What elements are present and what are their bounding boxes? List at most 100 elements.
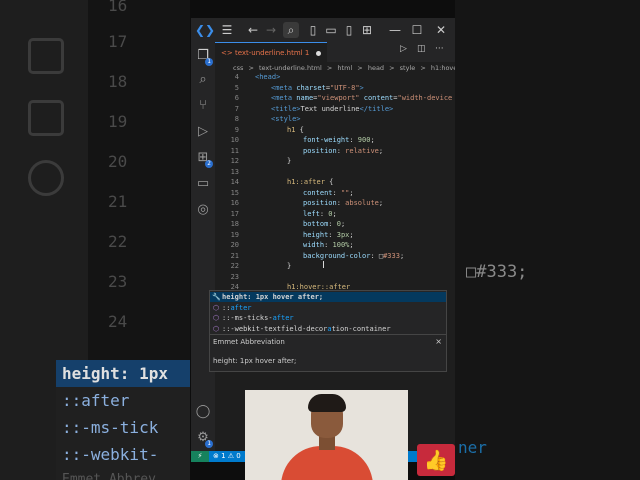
code-text[interactable]: <meta name="viewport" content="width-dev… [271, 93, 452, 103]
code-line[interactable]: 4 <head> [215, 72, 455, 82]
code-line[interactable]: 13 [215, 167, 455, 177]
code-line[interactable]: 16 position: absolute; [215, 198, 455, 208]
wrench-icon: 🔧 [212, 293, 221, 301]
code-text[interactable]: } [287, 156, 291, 166]
suggest-item[interactable]: ⬡::-webkit-textfield-decoration-containe… [210, 324, 446, 334]
close-window-icon[interactable]: ✕ [433, 22, 449, 38]
toggle-secondary-sidebar-icon[interactable]: ▯ [341, 22, 357, 38]
maximize-icon[interactable]: ☐ [409, 22, 425, 38]
suggest-item-match: height: 1px hover after; [222, 293, 324, 301]
toggle-panel-icon[interactable]: ▭ [323, 22, 339, 38]
suggest-details-panel: Emmet Abbreviation × height: 1px hover a… [209, 334, 447, 372]
code-text[interactable]: height: 3px; [303, 230, 354, 240]
background-suggest-item: ::-webkit- [62, 445, 159, 464]
code-line[interactable]: 5 <meta charset="UTF-8"> [215, 83, 455, 93]
breadcrumb-item[interactable]: css [233, 64, 243, 72]
remote-explorer-icon[interactable]: ▭ [195, 176, 211, 192]
breadcrumb-item[interactable]: text-underline.html [259, 64, 322, 72]
line-number: 8 [234, 115, 239, 123]
code-line[interactable]: 8 <style> [215, 114, 455, 124]
github-icon[interactable]: ◎ [195, 202, 211, 218]
code-text[interactable]: h1::after { [287, 177, 333, 187]
suggest-item[interactable]: ⬡::-ms-ticks-after [210, 313, 446, 323]
code-text[interactable]: <head> [255, 72, 280, 82]
search-view-icon[interactable]: ⌕ [195, 72, 211, 88]
code-text[interactable]: width: 100%; [303, 240, 354, 250]
code-line[interactable]: 10 font-weight: 900; [215, 135, 455, 145]
suggest-item[interactable]: ⬡::after [210, 303, 446, 313]
html-file-icon: <> [221, 49, 233, 57]
code-text[interactable]: h1 { [287, 125, 304, 135]
code-text[interactable]: <style> [271, 114, 301, 124]
code-line[interactable]: 11 position: relative; [215, 146, 455, 156]
problems-indicator[interactable]: ⊗ 1 ⚠ 0 [213, 451, 241, 462]
code-line[interactable]: 14 h1::after { [215, 177, 455, 187]
suggest-item[interactable]: 🔧height: 1px hover after; [210, 292, 446, 302]
code-text[interactable]: left: 0; [303, 209, 337, 219]
suggest-item-label: tion-container [331, 324, 391, 333]
background-extensions-icon [28, 38, 64, 74]
run-debug-icon[interactable]: ▷ [195, 124, 211, 140]
menu-icon[interactable]: ☰ [219, 22, 235, 38]
code-line[interactable]: 7 <title>Text underline</title> [215, 104, 455, 114]
cube-icon: ⬡ [212, 303, 220, 312]
run-icon[interactable]: ▷ [400, 44, 407, 54]
code-line[interactable]: 20 width: 100%; [215, 240, 455, 250]
code-line[interactable]: 9 h1 { [215, 125, 455, 135]
like-thumbs-up-icon[interactable]: 👍 [417, 444, 455, 476]
code-text[interactable]: bottom: 0; [303, 219, 345, 229]
code-line[interactable]: 17 left: 0; [215, 209, 455, 219]
code-line[interactable]: 18 bottom: 0; [215, 219, 455, 229]
code-text[interactable]: position: relative; [303, 146, 383, 156]
forward-arrow-icon[interactable]: → [263, 22, 279, 38]
line-number: 21 [230, 251, 239, 260]
code-line[interactable]: 6 <meta name="viewport" content="width-de… [215, 93, 455, 103]
breadcrumb-item[interactable]: head [368, 64, 384, 72]
remote-indicator[interactable]: ⚡ [191, 451, 209, 462]
code-line[interactable]: 12} [215, 156, 455, 166]
code-text[interactable]: <meta charset="UTF-8"> [271, 83, 364, 93]
code-text[interactable]: } [287, 261, 291, 271]
code-text[interactable]: font-weight: 900; [303, 135, 375, 145]
code-line[interactable]: 22} [215, 261, 455, 271]
line-number: 6 [234, 94, 239, 102]
code-text[interactable]: content: ""; [303, 188, 354, 198]
more-actions-icon[interactable]: ··· [435, 44, 444, 54]
code-text[interactable]: <title>Text underline</title> [271, 104, 393, 114]
close-details-icon[interactable]: × [435, 337, 442, 346]
account-icon[interactable]: ◯ [195, 404, 211, 420]
details-heading: Emmet Abbreviation [213, 338, 285, 346]
title-bar: ❮❯ ☰ ← → ⌕ ▯ ▭ ▯ ⊞ — ☐ ✕ [191, 18, 455, 43]
vscode-logo-icon: ❮❯ [195, 23, 216, 37]
breadcrumb-item[interactable]: html [337, 64, 352, 72]
code-editor[interactable]: 4 <head> 5 <meta charset="UTF-8"> 6 <meta nam… [215, 72, 455, 442]
code-line[interactable]: 23 [215, 272, 455, 282]
unsaved-dot-icon[interactable] [315, 50, 321, 56]
minimize-icon[interactable]: — [387, 22, 403, 38]
search-icon[interactable]: ⌕ [283, 22, 299, 38]
suggest-widget[interactable]: 🔧height: 1px hover after; ⬡::after ⬡::-ms-… [209, 290, 447, 336]
source-control-icon[interactable]: ⑂ [195, 98, 211, 114]
suggest-item-match: after [230, 303, 252, 312]
line-number: 11 [230, 146, 239, 155]
line-number: 20 [230, 241, 239, 249]
text-cursor-icon: I [322, 260, 325, 271]
line-number: 14 [230, 178, 239, 186]
code-text[interactable]: position: absolute; [303, 198, 383, 208]
customize-layout-icon[interactable]: ⊞ [359, 22, 375, 38]
code-line[interactable]: 21 background-color: □#333; [215, 251, 455, 261]
tab-bar: <> text-underline.html 1 ▷ ◫ ··· [215, 42, 455, 63]
background-partial-text: ner [458, 438, 487, 457]
tab-text-underline[interactable]: <> text-underline.html 1 [215, 42, 327, 63]
code-line[interactable]: 19 height: 3px; [215, 230, 455, 240]
code-line[interactable]: 15 content: ""; [215, 188, 455, 198]
extensions-badge: 2 [205, 160, 213, 168]
back-arrow-icon[interactable]: ← [245, 22, 261, 38]
cube-icon: ⬡ [212, 314, 220, 322]
line-number: 19 [230, 230, 239, 239]
split-editor-icon[interactable]: ◫ [417, 44, 426, 54]
toggle-sidebar-icon[interactable]: ▯ [305, 22, 321, 38]
breadcrumb-item[interactable]: style [400, 64, 416, 72]
code-text[interactable]: background-color: □#333; [303, 251, 404, 261]
breadcrumb-item[interactable]: h1:hove [431, 64, 455, 72]
